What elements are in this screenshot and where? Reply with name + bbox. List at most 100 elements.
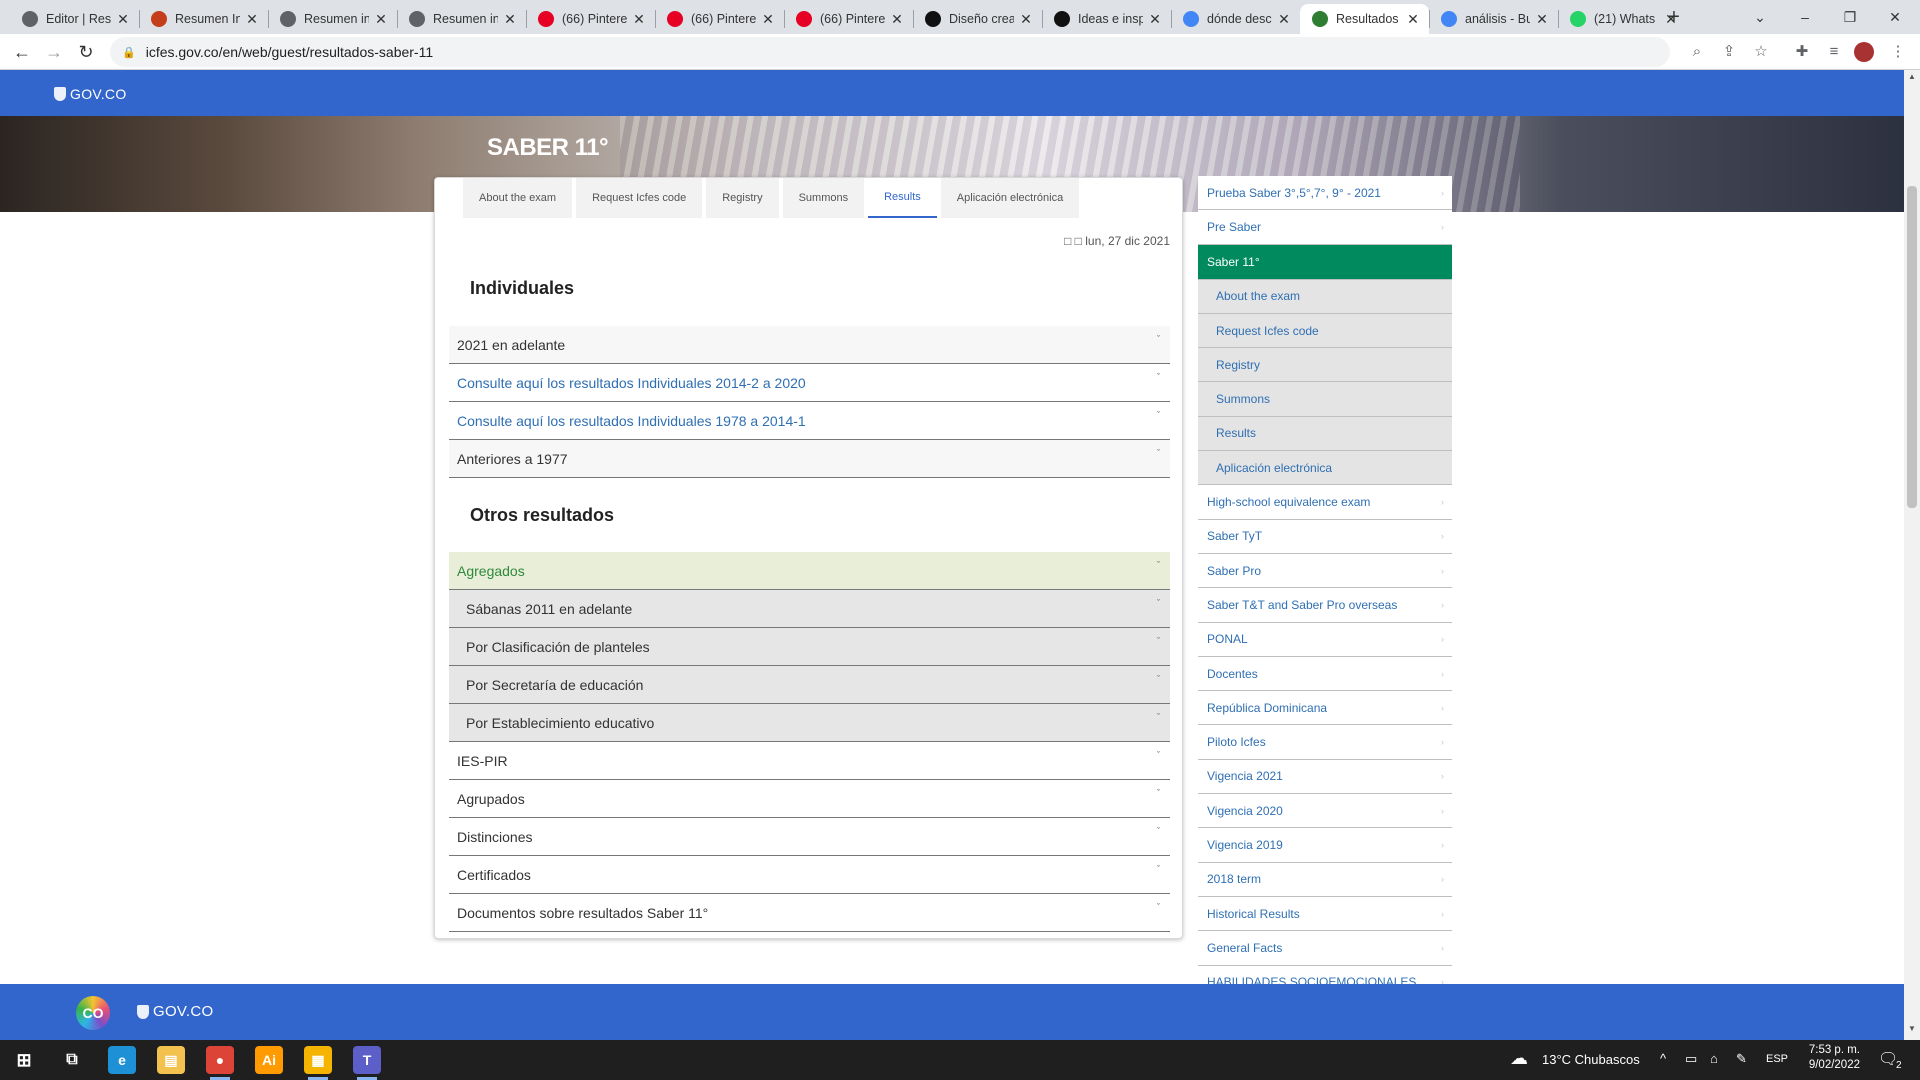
sidebar-item[interactable]: High-school equivalence exam › xyxy=(1198,485,1452,520)
tab-search-icon[interactable]: ⌄ xyxy=(1740,4,1780,30)
browser-tab[interactable]: (66) Pintere ✕ xyxy=(526,4,655,34)
url-field[interactable]: 🔒 icfes.gov.co/en/web/guest/resultados-s… xyxy=(110,37,1670,67)
scroll-up-icon[interactable]: ▲ xyxy=(1904,72,1920,86)
footer-gov-co-logo[interactable]: GOV.CO xyxy=(137,1003,213,1020)
close-tab-icon[interactable]: ✕ xyxy=(1276,11,1292,28)
accordion-item[interactable]: Por Establecimiento educativo ˇ xyxy=(449,704,1170,742)
page-scrollbar[interactable]: ▲ ▼ xyxy=(1904,70,1920,1040)
browser-tab[interactable]: Ideas e insp ✕ xyxy=(1042,4,1171,34)
sidebar-item[interactable]: Historical Results › xyxy=(1198,896,1452,932)
browser-tab[interactable]: (66) Pintere ✕ xyxy=(655,4,784,34)
bookmark-star-icon[interactable]: ☆ xyxy=(1749,40,1773,64)
weather-icon[interactable]: ☁ xyxy=(1510,1048,1528,1069)
files-icon[interactable]: ▦ xyxy=(304,1046,332,1074)
browser-tab[interactable]: análisis - Bu ✕ xyxy=(1429,4,1558,34)
zoom-icon[interactable]: ⌕ xyxy=(1685,40,1709,64)
browser-menu-icon[interactable]: ⋮ xyxy=(1886,40,1910,64)
close-window-icon[interactable]: ✕ xyxy=(1875,4,1915,30)
accordion-item[interactable]: Agrupados ˇ xyxy=(449,780,1170,818)
language-indicator[interactable]: ESP xyxy=(1766,1053,1788,1065)
sidebar-item[interactable]: Summons xyxy=(1198,382,1452,417)
share-icon[interactable]: ⇪ xyxy=(1717,40,1741,64)
teams-icon[interactable]: T xyxy=(353,1046,381,1074)
tab-aplicaci-n-electr-nica[interactable]: Aplicación electrónica xyxy=(940,178,1080,218)
close-tab-icon[interactable]: ✕ xyxy=(502,11,518,28)
sidebar-item[interactable]: Saber T&T and Saber Pro overseas › xyxy=(1198,588,1452,623)
close-tab-icon[interactable]: ✕ xyxy=(631,11,647,28)
sidebar-item[interactable]: HABILIDADES SOCIOEMOCIONALES › xyxy=(1198,965,1452,984)
file-explorer-icon[interactable]: ▤ xyxy=(157,1046,185,1074)
sidebar-item[interactable]: About the exam xyxy=(1198,279,1452,314)
accordion-item[interactable]: Por Clasificación de planteles ˇ xyxy=(449,628,1170,666)
meet-now-icon[interactable]: ▭ xyxy=(1685,1051,1697,1067)
browser-tab[interactable]: Resumen in ✕ xyxy=(268,4,397,34)
reload-icon[interactable]: ↻ xyxy=(72,38,100,66)
sidebar-item[interactable]: General Facts › xyxy=(1198,931,1452,966)
illustrator-icon[interactable]: Ai xyxy=(255,1046,283,1074)
close-tab-icon[interactable]: ✕ xyxy=(373,11,389,28)
windows-start-icon[interactable]: ⊞ xyxy=(10,1046,38,1074)
new-tab-button[interactable]: + xyxy=(1662,6,1686,30)
browser-tab[interactable]: Resumen In ✕ xyxy=(139,4,268,34)
minimize-icon[interactable]: – xyxy=(1785,4,1825,30)
tab-about-the-exam[interactable]: About the exam xyxy=(463,178,573,218)
network-icon[interactable]: ⌂ xyxy=(1710,1051,1718,1066)
tab-summons[interactable]: Summons xyxy=(782,178,865,218)
browser-tab[interactable]: dónde desc ✕ xyxy=(1171,4,1300,34)
sidebar-item[interactable]: Registry xyxy=(1198,348,1452,383)
sidebar-item[interactable]: Saber TyT › xyxy=(1198,519,1452,554)
edge-icon[interactable]: e xyxy=(108,1046,136,1074)
close-tab-icon[interactable]: ✕ xyxy=(760,11,776,28)
accordion-item[interactable]: Documentos sobre resultados Saber 11° ˇ xyxy=(449,894,1170,932)
extensions-icon[interactable]: ✚ xyxy=(1790,40,1814,64)
clock[interactable]: 7:53 p. m. 9/02/2022 xyxy=(1800,1044,1860,1071)
chrome-icon[interactable]: ● xyxy=(206,1046,234,1074)
sidebar-item[interactable]: Vigencia 2020 › xyxy=(1198,794,1452,829)
sidebar-item[interactable]: Saber Pro › xyxy=(1198,553,1452,589)
pen-icon[interactable]: ✎ xyxy=(1736,1051,1747,1067)
tab-results[interactable]: Results xyxy=(868,178,937,218)
sidebar-item[interactable]: 2018 term › xyxy=(1198,862,1452,897)
gov-co-logo[interactable]: GOV.CO xyxy=(54,86,127,102)
accordion-item[interactable]: Agregados ˇ xyxy=(449,552,1170,590)
sidebar-item[interactable]: Docentes › xyxy=(1198,656,1452,692)
accordion-item[interactable]: IES-PIR ˇ xyxy=(449,742,1170,780)
scroll-down-icon[interactable]: ▼ xyxy=(1904,1024,1920,1038)
browser-tab[interactable]: Resumen in ✕ xyxy=(397,4,526,34)
browser-tab[interactable]: Editor | Res ✕ xyxy=(10,4,139,34)
sidebar-item[interactable]: PONAL › xyxy=(1198,622,1452,657)
sidebar-item[interactable]: Request Icfes code xyxy=(1198,313,1452,349)
sidebar-item[interactable]: República Dominicana › xyxy=(1198,691,1452,726)
browser-tab[interactable]: Resultados ✕ xyxy=(1300,4,1429,34)
accordion-item[interactable]: Consulte aquí los resultados Individuale… xyxy=(449,364,1170,402)
sidebar-item[interactable]: Results xyxy=(1198,416,1452,452)
sidebar-item[interactable]: Vigencia 2019 › xyxy=(1198,828,1452,863)
sidebar-item[interactable]: Vigencia 2021 › xyxy=(1198,759,1452,795)
sidebar-item[interactable]: Pre Saber › xyxy=(1198,210,1452,245)
sidebar-item[interactable]: Aplicación electrónica xyxy=(1198,451,1452,486)
sidebar-item[interactable]: Piloto Icfes › xyxy=(1198,725,1452,760)
accordion-item[interactable]: Sábanas 2011 en adelante ˇ xyxy=(449,590,1170,628)
close-tab-icon[interactable]: ✕ xyxy=(1018,11,1034,28)
accordion-item[interactable]: Consulte aquí los resultados Individuale… xyxy=(449,402,1170,440)
accordion-item[interactable]: 2021 en adelante ˇ xyxy=(449,326,1170,364)
sidebar-item[interactable]: Prueba Saber 3°,5°,7°, 9° - 2021 › xyxy=(1198,176,1452,211)
back-icon[interactable]: ← xyxy=(8,38,36,66)
close-tab-icon[interactable]: ✕ xyxy=(115,11,131,28)
sidebar-item[interactable]: Saber 11° xyxy=(1198,244,1452,280)
close-tab-icon[interactable]: ✕ xyxy=(1147,11,1163,28)
accordion-item[interactable]: Por Secretaría de educación ˇ xyxy=(449,666,1170,704)
restore-icon[interactable]: ❐ xyxy=(1830,4,1870,30)
tray-chevron-icon[interactable]: ^ xyxy=(1660,1051,1666,1066)
close-tab-icon[interactable]: ✕ xyxy=(1534,11,1550,28)
task-view-icon[interactable]: ⧉ xyxy=(58,1046,86,1074)
tab-registry[interactable]: Registry xyxy=(706,178,779,218)
scroll-thumb[interactable] xyxy=(1907,186,1917,508)
accordion-item[interactable]: Certificados ˇ xyxy=(449,856,1170,894)
accordion-item[interactable]: Anteriores a 1977 ˇ xyxy=(449,440,1170,478)
close-tab-icon[interactable]: ✕ xyxy=(1405,11,1421,28)
tab-request-icfes-code[interactable]: Request Icfes code xyxy=(576,178,703,218)
browser-tab[interactable]: Diseño crea ✕ xyxy=(913,4,1042,34)
forward-icon[interactable]: → xyxy=(40,38,68,66)
profile-avatar-icon[interactable] xyxy=(1852,40,1876,64)
